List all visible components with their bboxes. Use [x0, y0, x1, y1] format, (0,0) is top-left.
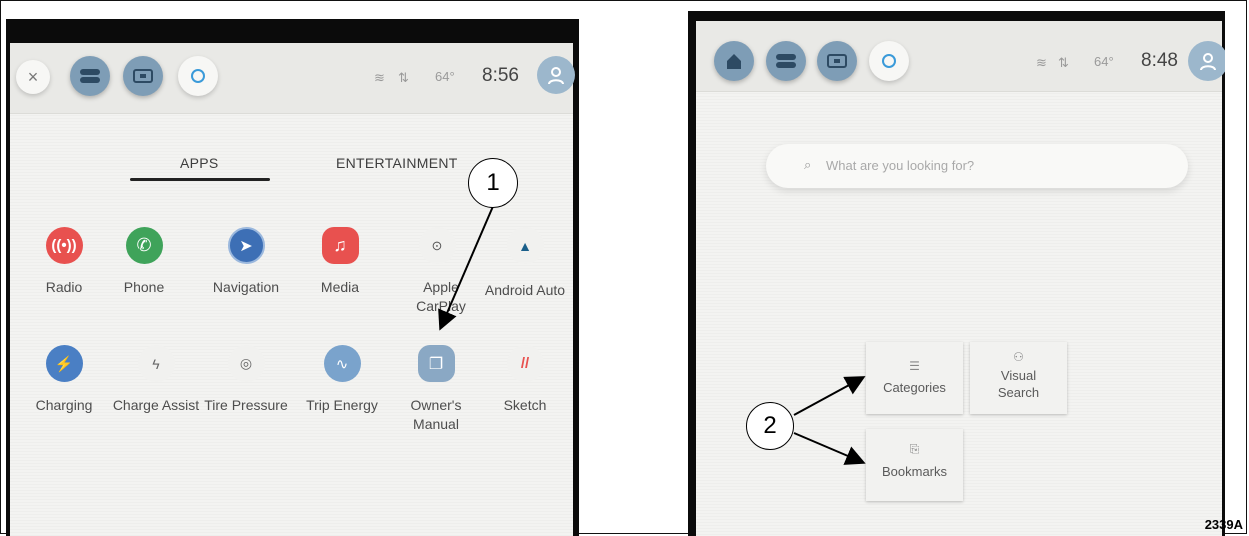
- callout-arrows: [438, 203, 866, 465]
- arrow-to-owners-manual: [438, 203, 495, 331]
- arrow-to-categories: [793, 376, 866, 416]
- callout-1: 1: [468, 158, 518, 208]
- callout-2: 2: [746, 402, 794, 450]
- arrow-to-bookmarks: [793, 432, 866, 465]
- figure-reference: 2339A: [1204, 517, 1243, 532]
